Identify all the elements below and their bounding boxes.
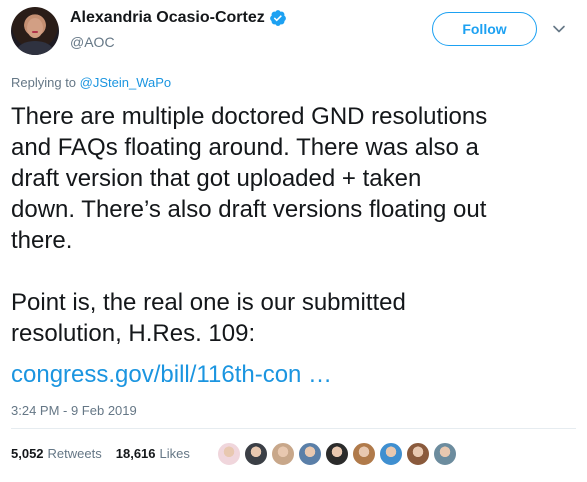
retweets-count[interactable]: 5,052 bbox=[11, 446, 44, 461]
tweet-stats: 5,052 Retweets 18,616 Likes bbox=[11, 446, 190, 461]
author-display-name[interactable]: Alexandria Ocasio-Cortez bbox=[70, 9, 265, 27]
liker-avatar-7[interactable] bbox=[379, 442, 403, 466]
tweet-card: Alexandria Ocasio-Cortez @AOC Follow Rep… bbox=[0, 0, 587, 482]
tweet-link[interactable]: congress.gov/bill/116th-con … bbox=[11, 359, 332, 390]
liker-avatar-1[interactable] bbox=[217, 442, 241, 466]
author-avatar[interactable] bbox=[11, 7, 59, 55]
avatar-lips bbox=[32, 31, 38, 33]
reply-mention-link[interactable]: @JStein_WaPo bbox=[80, 75, 171, 90]
retweets-label[interactable]: Retweets bbox=[48, 446, 102, 461]
divider bbox=[11, 428, 576, 429]
likes-count[interactable]: 18,616 bbox=[116, 446, 156, 461]
tweet-text: There are multiple doctored GND resoluti… bbox=[11, 103, 488, 347]
likes-label[interactable]: Likes bbox=[160, 446, 190, 461]
follow-button[interactable]: Follow bbox=[432, 12, 537, 46]
replying-to-label: Replying to bbox=[11, 75, 80, 90]
author-handle[interactable]: @AOC bbox=[70, 34, 115, 50]
avatar-face bbox=[27, 18, 43, 38]
chevron-down-icon[interactable] bbox=[552, 22, 566, 36]
liker-avatar-3[interactable] bbox=[271, 442, 295, 466]
liker-avatar-9[interactable] bbox=[433, 442, 457, 466]
avatar-shirt bbox=[17, 41, 53, 55]
liker-avatar-8[interactable] bbox=[406, 442, 430, 466]
liker-avatars bbox=[217, 442, 460, 466]
replying-to: Replying to @JStein_WaPo bbox=[11, 75, 171, 90]
liker-avatar-2[interactable] bbox=[244, 442, 268, 466]
liker-avatar-5[interactable] bbox=[325, 442, 349, 466]
liker-avatar-6[interactable] bbox=[352, 442, 376, 466]
verified-badge-icon bbox=[269, 9, 287, 27]
author-name-row[interactable]: Alexandria Ocasio-Cortez bbox=[70, 9, 287, 27]
tweet-timestamp[interactable]: 3:24 PM - 9 Feb 2019 bbox=[11, 403, 137, 418]
liker-avatar-4[interactable] bbox=[298, 442, 322, 466]
